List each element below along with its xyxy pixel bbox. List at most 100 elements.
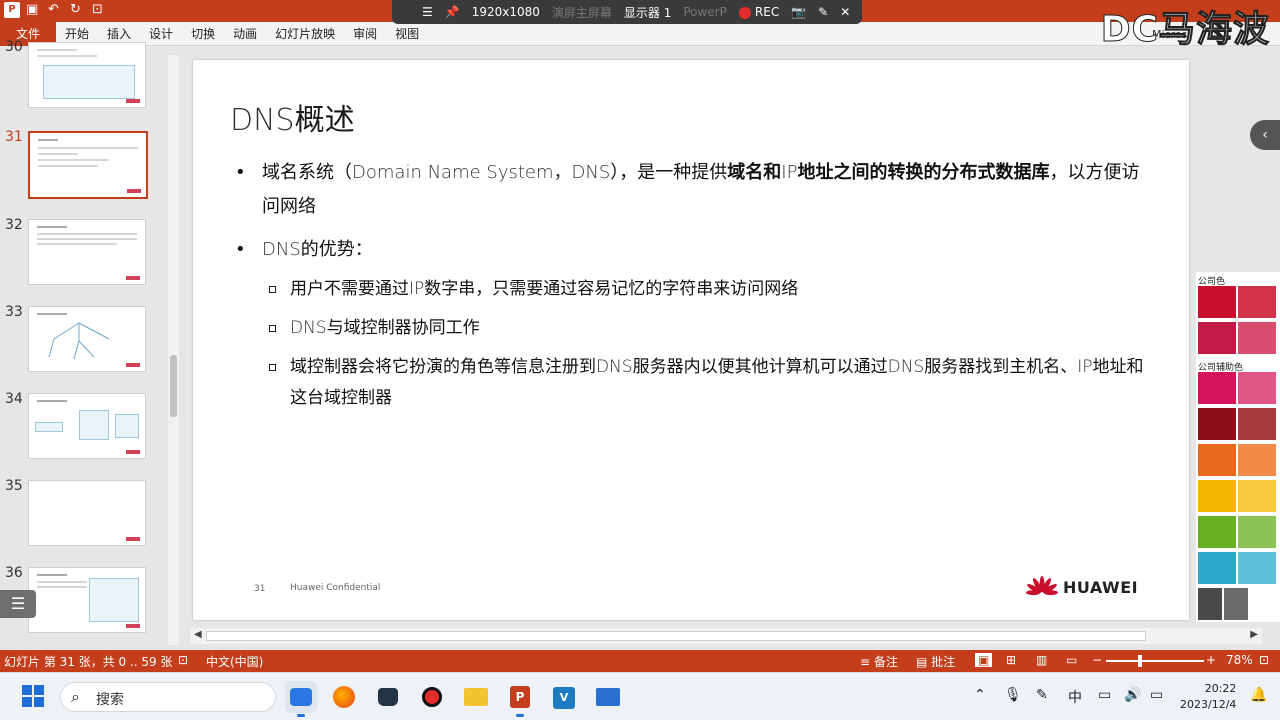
color-swatch[interactable] [1238,444,1276,476]
language-status[interactable]: 中文(中国) [206,653,263,670]
thumbnail-image[interactable] [28,42,146,108]
color-swatch[interactable] [1198,286,1236,318]
square-bullet-icon [269,325,276,332]
close-icon[interactable]: ✕ [840,5,850,19]
menu-icon[interactable]: ☰ [422,5,433,19]
tray-overflow-icon[interactable]: ⌃ [974,687,986,703]
collapse-panel-icon[interactable]: ‹ [1250,120,1280,150]
camera-icon[interactable]: 📷 [791,5,806,19]
horizontal-scrollbar-thumb[interactable] [206,631,1146,641]
whiteboard-icon [290,688,312,706]
windows-start-icon[interactable] [22,685,44,707]
tab-design[interactable]: 设计 [140,22,182,46]
pen-tray-icon[interactable]: ✎ [1036,687,1048,703]
tab-slideshow[interactable]: 幻灯片放映 [266,22,344,46]
slide-canvas[interactable]: DNS概述 域名系统（Domain Name System，DNS），是一种提供… [193,60,1189,620]
notes-label: 备注 [873,655,898,669]
color-swatch[interactable] [1238,322,1276,354]
color-swatch[interactable] [1238,372,1276,404]
color-swatch[interactable] [1198,408,1236,440]
scroll-right-icon[interactable]: ▶ [1250,629,1258,640]
tab-animations[interactable]: 动画 [224,22,266,46]
taskbar-app-vmware[interactable]: V [548,681,580,713]
taskbar-app-firefox[interactable] [328,681,360,713]
zoom-in-icon[interactable]: + [1206,653,1216,667]
microphone-icon[interactable]: 🎙 [1004,687,1022,703]
undo-icon[interactable]: ↶ [48,2,64,18]
color-swatch[interactable] [1238,408,1276,440]
tab-view[interactable]: 视图 [386,22,428,46]
taskbar-app-cat[interactable] [372,681,404,713]
zoom-out-icon[interactable]: − [1092,653,1102,667]
thumbnail-image[interactable] [28,219,146,285]
square-bullet-icon [269,364,276,371]
color-swatch[interactable] [1198,480,1236,512]
reading-view-icon[interactable]: ▥ [1036,653,1047,667]
text-run: ），是一种提供 [610,162,728,183]
thumbnail-image[interactable] [28,480,146,546]
taskbar-app-recorder[interactable] [416,681,448,713]
battery-icon[interactable]: ▭ [1150,687,1163,703]
color-swatch[interactable] [1198,322,1236,354]
redo-icon[interactable]: ↻ [70,2,86,18]
ime-indicator[interactable]: 中 [1068,687,1082,707]
color-swatch[interactable] [1238,480,1276,512]
thumbnail-image[interactable] [28,131,148,199]
save-icon[interactable]: ▣ [26,2,42,18]
zoom-level[interactable]: 78% [1226,653,1253,667]
slideshow-icon[interactable]: ⊡ [92,2,108,18]
text-run: 域控制器会将它扮演的角色等信息注册到 [290,357,596,377]
system-clock[interactable]: 20:22 2023/12/4 [1180,681,1236,713]
notification-icon[interactable]: 🔔 [1250,687,1267,703]
slide-sorter-icon[interactable]: ⊞ [1006,653,1016,667]
thumbnail-number: 33 [5,304,23,320]
normal-view-icon[interactable]: ▣ [975,653,993,667]
comments-button[interactable]: ▤ 批注 [916,653,955,670]
color-swatch[interactable] [1198,588,1222,620]
thumbnail-image[interactable] [28,306,146,372]
rec-button[interactable]: REC [738,5,779,19]
thumbnail-image[interactable] [28,567,146,633]
color-swatch[interactable] [1238,516,1276,548]
color-panel: 公司色 公司辅助色 [1196,272,1280,622]
text-run: 与域控制器协同工作 [326,318,480,338]
outline-view-icon[interactable]: ☰ [0,590,36,618]
color-swatch[interactable] [1198,372,1236,404]
thumbnail-scrollbar-thumb[interactable] [170,355,177,417]
taskbar-app-powerpoint[interactable]: P [504,681,536,717]
color-swatch[interactable] [1224,588,1248,620]
color-swatch[interactable] [1198,516,1236,548]
pin-icon[interactable]: 📌 [445,5,460,19]
scroll-left-icon[interactable]: ◀ [194,629,202,640]
fit-to-window-icon[interactable]: ⊡ [1259,653,1269,667]
square-bullet-icon [269,286,276,293]
taskbar-search[interactable]: ⌕ 搜索 [60,682,276,712]
accessibility-icon[interactable]: ⊡ [178,653,188,667]
color-swatch[interactable] [1238,552,1276,584]
bullet-text: 域控制器会将它扮演的角色等信息注册到DNS服务器内以便其他计算机可以通过DNS服… [290,352,1150,414]
clock-time: 20:22 [1204,682,1237,695]
zoom-slider[interactable] [1106,660,1204,662]
taskbar-app-whiteboard[interactable] [285,681,317,717]
display-label[interactable]: 显示器 1 [624,4,671,21]
slide-title[interactable]: DNS概述 [230,95,355,139]
display-tray-icon[interactable]: ▭ [1098,687,1111,703]
slideshow-view-icon[interactable]: ▭ [1066,653,1077,667]
color-swatch[interactable] [1198,444,1236,476]
notes-button[interactable]: ≡ 备注 [860,653,898,670]
tab-transitions[interactable]: 切换 [182,22,224,46]
comments-label: 批注 [931,655,956,669]
pen-icon[interactable]: ✎ [818,5,828,19]
color-swatch[interactable] [1198,552,1236,584]
taskbar-app-explorer[interactable] [460,681,492,713]
horizontal-scrollbar[interactable]: ◀ ▶ [190,628,1262,644]
color-swatch[interactable] [1238,286,1276,318]
taskbar-app-monitor[interactable] [592,681,624,713]
volume-icon[interactable]: 🔊 [1124,687,1141,703]
cat-app-icon [378,688,398,706]
thumbnail-scrollbar[interactable] [168,55,179,645]
thumbnail-number: 31 [5,129,23,145]
thumbnail-image[interactable] [28,393,146,459]
tab-review[interactable]: 审阅 [344,22,386,46]
zoom-slider-thumb[interactable] [1138,655,1142,667]
